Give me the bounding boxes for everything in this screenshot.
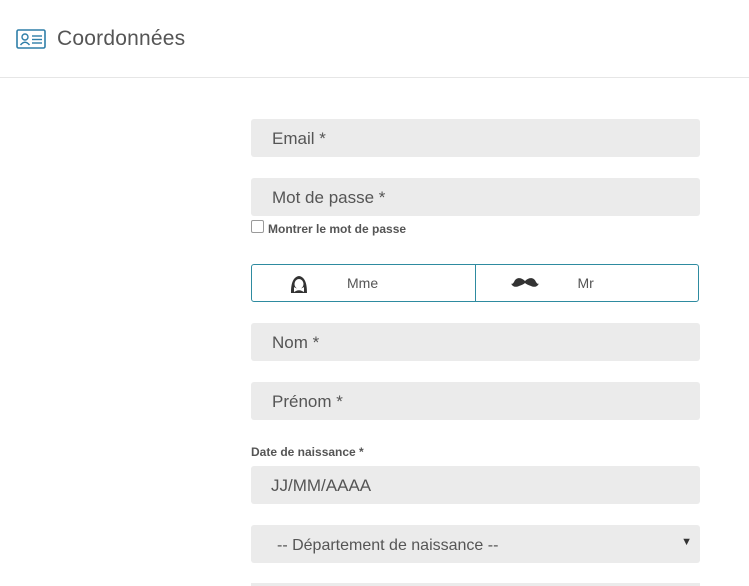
contact-card-icon [16,29,46,49]
show-password-checkbox[interactable] [251,220,264,233]
gender-label-mme: Mme [347,275,379,291]
gender-option-mme[interactable]: Mme [252,265,475,301]
gender-label-mr: Mr [577,275,594,291]
password-placeholder: Mot de passe * [272,188,386,207]
birth-department-value: -- Département de naissance -- [277,537,499,554]
firstname-field[interactable]: Prénom * [251,382,700,420]
password-field[interactable]: Mot de passe * [251,178,700,216]
lastname-field[interactable]: Nom * [251,323,700,361]
email-placeholder: Email * [272,129,326,148]
lastname-placeholder: Nom * [272,333,320,352]
show-password-label[interactable]: Montrer le mot de passe [268,222,406,236]
section-title: Coordonnées [57,27,186,50]
gender-option-mr[interactable]: Mr [474,265,699,301]
dropdown-arrow-icon: ▼ [681,536,692,548]
mustache-icon [510,276,539,295]
firstname-placeholder: Prénom * [272,392,343,411]
birthdate-placeholder: JJ/MM/AAAA [271,476,372,495]
birthdate-label: Date de naissance * [251,445,364,459]
birthdate-field[interactable]: JJ/MM/AAAA [251,466,700,504]
section-header: Coordonnées [0,0,749,78]
email-field[interactable]: Email * [251,119,700,157]
gender-toggle: Mme Mr [251,264,699,302]
birth-department-select[interactable]: -- Département de naissance -- ▼ [251,525,700,563]
woman-icon [288,274,310,299]
